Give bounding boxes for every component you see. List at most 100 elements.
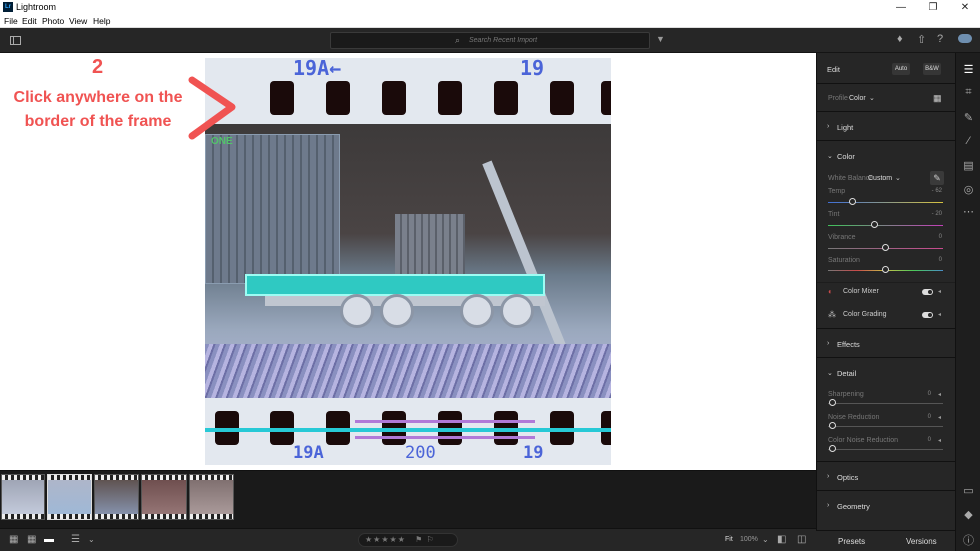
menu-edit[interactable]: Edit [22, 16, 37, 26]
noise-reduction-slider[interactable] [828, 426, 943, 427]
sort-icon[interactable]: ☰ [71, 534, 80, 545]
eyedropper-icon[interactable]: ✎ [930, 171, 944, 185]
color-mixer-toggle[interactable] [922, 289, 933, 295]
filmstrip-thumbnail-selected[interactable] [47, 474, 92, 520]
detail-view-icon[interactable]: ▬ [44, 534, 54, 545]
color-section-header[interactable]: Color [837, 152, 855, 161]
bell-icon[interactable]: ♦ [897, 33, 903, 45]
filmstrip-thumbnail[interactable] [1, 474, 45, 520]
light-section-header[interactable]: Light [837, 123, 853, 132]
bottom-bar: ▦ ▦ ▬ ☰ ⌄ ★★★★★ ⚑ ⚐ Fit 100% ⌄ ◧ ◫ [0, 528, 816, 551]
auto-button[interactable]: Auto [892, 63, 910, 75]
divider [817, 83, 956, 84]
star-rating[interactable]: ★★★★★ ⚑ ⚐ [358, 533, 458, 547]
color-noise-reduction-slider-thumb[interactable] [829, 445, 836, 452]
minimize-button[interactable]: — [886, 0, 916, 15]
sharpening-slider[interactable] [828, 403, 943, 404]
sprocket-hole [550, 81, 574, 115]
title-bar: Lr Lightroom — ❐ ✕ [0, 0, 980, 15]
rating-stars[interactable]: ★★★★★ [365, 535, 406, 544]
bw-button[interactable]: B&W [923, 63, 941, 75]
chevron-down-icon[interactable]: ⌄ [762, 535, 769, 544]
color-noise-reduction-value[interactable]: 0 [928, 437, 931, 443]
help-icon[interactable]: ? [937, 33, 943, 45]
flag-icon[interactable]: ⚑ [415, 535, 423, 544]
search-input[interactable]: Search Recent Import [469, 37, 537, 44]
sharpening-value[interactable]: 0 [928, 391, 931, 397]
detail-section-header[interactable]: Detail [837, 369, 856, 378]
saturation-slider-thumb[interactable] [882, 266, 889, 273]
optics-section-header[interactable]: Optics [837, 473, 858, 482]
geometry-section-header[interactable]: Geometry [837, 502, 870, 511]
noise-reduction-value[interactable]: 0 [928, 414, 931, 420]
menu-photo[interactable]: Photo [42, 16, 64, 26]
noise-reduction-slider-thumb[interactable] [829, 422, 836, 429]
chevron-down-icon[interactable]: ⌄ [88, 535, 95, 544]
temp-slider-thumb[interactable] [849, 198, 856, 205]
vibrance-value[interactable]: 0 [939, 234, 942, 240]
eye-icon[interactable]: ◂ [938, 414, 941, 421]
tag-icon[interactable]: ◆ [962, 508, 975, 521]
menu-help[interactable]: Help [93, 16, 110, 26]
film-perforation [2, 514, 44, 519]
search-bar[interactable]: ⌕ Search Recent Import [330, 32, 650, 49]
eye-icon[interactable]: ◂ [938, 437, 941, 444]
temp-value[interactable]: - 62 [932, 188, 942, 194]
crop-icon[interactable]: ⌗ [962, 86, 975, 99]
info-icon[interactable]: ⓘ [962, 532, 975, 548]
white-balance-dropdown[interactable]: Custom [868, 175, 892, 182]
zoom-percent-button[interactable]: 100% [740, 536, 758, 543]
eye-icon[interactable]: ◂ [938, 391, 941, 398]
presets-button[interactable]: Presets [838, 537, 865, 546]
eye-icon[interactable]: ◂ [938, 288, 941, 295]
reject-flag-icon[interactable]: ⚐ [427, 535, 435, 544]
color-grading-toggle[interactable] [922, 312, 933, 318]
tint-slider[interactable] [828, 225, 943, 226]
brush-icon[interactable]: ⁄ [962, 135, 975, 147]
filmstrip-thumbnail[interactable] [141, 474, 187, 520]
before-after-icon[interactable]: ◧ [777, 534, 786, 545]
filmstrip-thumbnail[interactable] [189, 474, 234, 520]
saturation-value[interactable]: 0 [939, 257, 942, 263]
radial-gradient-icon[interactable]: ◎ [962, 183, 975, 196]
film-perforation [48, 475, 91, 480]
film-perforation [190, 475, 233, 480]
share-icon[interactable]: ⇧ [917, 33, 926, 46]
color-mixer-label[interactable]: Color Mixer [843, 288, 879, 295]
more-icon[interactable]: ⋯ [962, 205, 975, 218]
filter-icon[interactable]: ▼ [656, 34, 665, 44]
linear-gradient-icon[interactable]: ▤ [962, 159, 975, 172]
filmstrip-thumbnail[interactable] [94, 474, 139, 520]
profile-dropdown[interactable]: Color [849, 95, 866, 102]
sidebar-toggle-icon[interactable] [10, 36, 21, 45]
compare-icon[interactable]: ◫ [797, 534, 806, 545]
photo-negative[interactable]: 19A← 19 ONE 19A 200 19 [205, 58, 611, 465]
tint-value[interactable]: - 20 [932, 211, 942, 217]
edit-sliders-icon[interactable]: ☰ [962, 63, 975, 76]
temp-slider[interactable] [828, 202, 943, 203]
search-icon: ⌕ [455, 35, 461, 45]
sprocket-hole [382, 81, 406, 115]
cloud-sync-icon[interactable] [958, 34, 972, 43]
color-noise-reduction-slider[interactable] [828, 449, 943, 450]
profile-browser-icon[interactable]: ▦ [933, 93, 942, 104]
zoom-fit-button[interactable]: Fit [725, 536, 733, 543]
menu-view[interactable]: View [69, 16, 87, 26]
tint-slider-thumb[interactable] [871, 221, 878, 228]
vibrance-slider-thumb[interactable] [882, 244, 889, 251]
film-perforation [95, 514, 138, 519]
grid-view-icon[interactable]: ▦ [9, 534, 18, 545]
comment-icon[interactable]: ▭ [962, 484, 975, 497]
shipping-container [395, 214, 465, 274]
versions-button[interactable]: Versions [906, 537, 937, 546]
menu-file[interactable]: File [4, 16, 18, 26]
sharpening-slider-thumb[interactable] [829, 399, 836, 406]
square-grid-view-icon[interactable]: ▦ [27, 534, 36, 545]
color-grading-label[interactable]: Color Grading [843, 311, 887, 318]
maximize-button[interactable]: ❐ [918, 0, 948, 15]
healing-brush-icon[interactable]: ✎ [962, 111, 975, 124]
profile-label: Profile [828, 95, 848, 102]
effects-section-header[interactable]: Effects [837, 340, 860, 349]
eye-icon[interactable]: ◂ [938, 311, 941, 318]
close-button[interactable]: ✕ [950, 0, 980, 15]
